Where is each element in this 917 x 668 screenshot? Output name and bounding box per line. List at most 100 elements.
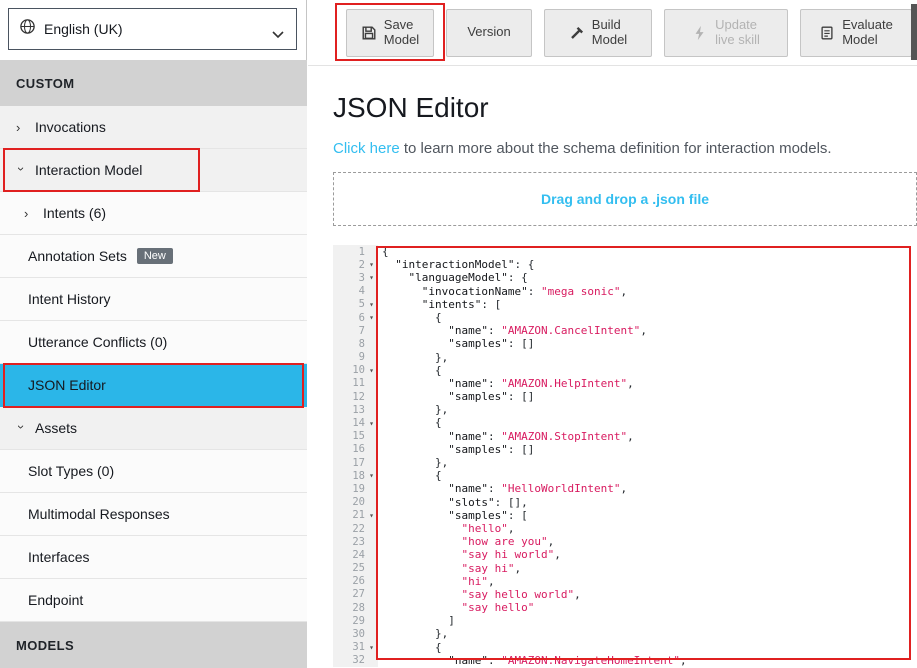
line-number: 20 — [352, 496, 365, 508]
line-number: 23 — [352, 536, 365, 548]
button-label: Evaluate Model — [842, 18, 893, 47]
gutter-line: 23 — [333, 535, 378, 548]
line-number: 17 — [352, 457, 365, 469]
code-line: }, — [378, 627, 917, 640]
code-line: { — [378, 469, 917, 482]
click-here-link[interactable]: Click here — [333, 140, 400, 157]
line-number: 12 — [352, 391, 365, 403]
gutter-line: 7 — [333, 324, 378, 337]
gutter-line: 30 — [333, 627, 378, 640]
line-number: 28 — [352, 602, 365, 614]
gutter-line: 26 — [333, 575, 378, 588]
chevron-right-icon: › — [24, 206, 33, 221]
chevron-right-icon: › — [16, 120, 25, 135]
save-model-button[interactable]: Save Model — [346, 9, 434, 57]
fold-icon[interactable]: ▾ — [365, 260, 378, 269]
sidebar-item-multimodal-responses[interactable]: Multimodal Responses — [0, 493, 307, 536]
button-label: Version — [467, 25, 510, 40]
gutter-line: 19 — [333, 482, 378, 495]
gutter-line: 21▾ — [333, 509, 378, 522]
fold-icon[interactable]: ▾ — [365, 313, 378, 322]
sidebar-item-label: Interaction Model — [35, 162, 142, 178]
code-line: }, — [378, 403, 917, 416]
line-number: 8 — [359, 338, 365, 350]
evaluate-icon — [819, 25, 835, 41]
code-line: "how are you", — [378, 535, 917, 548]
gutter-line: 20 — [333, 496, 378, 509]
sidebar-item-json-editor[interactable]: JSON Editor — [0, 364, 307, 407]
json-code-editor[interactable]: 12▾3▾45▾6▾78910▾11121314▾15161718▾192021… — [333, 245, 917, 667]
sidebar-item-invocations[interactable]: › Invocations — [0, 106, 307, 149]
version-button[interactable]: Version — [446, 9, 532, 57]
main-panel: Save Model Version Build Model Update live … — [308, 0, 917, 667]
line-number: 15 — [352, 430, 365, 442]
sidebar-item-endpoint[interactable]: Endpoint — [0, 579, 307, 622]
sidebar-item-label: Endpoint — [28, 592, 83, 608]
code-line: "samples": [] — [378, 337, 917, 350]
gutter-line: 6▾ — [333, 311, 378, 324]
button-label: Update live skill — [715, 18, 760, 47]
gutter-line: 32 — [333, 654, 378, 667]
button-label: Build Model — [592, 18, 627, 47]
sidebar-item-intents-6[interactable]: › Intents (6) — [0, 192, 307, 235]
sidebar-item-interaction-model[interactable]: ›Interaction Model — [0, 149, 307, 192]
editor-code[interactable]: { "interactionModel": { "languageModel":… — [378, 245, 917, 667]
sidebar-item-utterance-conflicts-0[interactable]: Utterance Conflicts (0) — [0, 321, 307, 364]
evaluate-model-button[interactable]: Evaluate Model — [800, 9, 912, 57]
code-line: { — [378, 364, 917, 377]
toolbar: Save Model Version Build Model Update live … — [308, 0, 917, 66]
gutter-line: 29 — [333, 614, 378, 627]
schema-help-text: Click here to learn more about the schem… — [333, 140, 832, 157]
gutter-line: 16 — [333, 443, 378, 456]
code-line: "name": "AMAZON.NavigateHomeIntent", — [378, 654, 917, 667]
gutter-line: 1 — [333, 245, 378, 258]
sidebar-item-label: Utterance Conflicts (0) — [28, 334, 167, 350]
code-line: "slots": [], — [378, 496, 917, 509]
sidebar-item-annotation-sets[interactable]: Annotation SetsNew — [0, 235, 307, 278]
fold-icon[interactable]: ▾ — [365, 643, 378, 652]
build-model-button[interactable]: Build Model — [544, 9, 652, 57]
line-number: 21 — [352, 509, 365, 521]
fold-icon[interactable]: ▾ — [365, 273, 378, 282]
sidebar-item-label: Invocations — [35, 119, 106, 135]
language-selector[interactable]: English (UK) — [8, 8, 297, 50]
gutter-line: 11 — [333, 377, 378, 390]
fold-icon[interactable]: ▾ — [365, 419, 378, 428]
sidebar-section-models: MODELS — [0, 622, 307, 668]
sidebar-item-label: Assets — [35, 420, 77, 436]
fold-icon[interactable]: ▾ — [365, 366, 378, 375]
gutter-line: 17 — [333, 456, 378, 469]
editor-gutter: 12▾3▾45▾6▾78910▾11121314▾15161718▾192021… — [333, 245, 378, 667]
line-number: 32 — [352, 654, 365, 666]
gutter-line: 10▾ — [333, 364, 378, 377]
gutter-line: 13 — [333, 403, 378, 416]
gutter-line: 14▾ — [333, 416, 378, 429]
code-line: { — [378, 311, 917, 324]
json-dropzone[interactable]: Drag and drop a .json file — [333, 172, 917, 226]
button-label: Save Model — [384, 18, 419, 47]
gutter-line: 2▾ — [333, 258, 378, 271]
code-line: "intents": [ — [378, 298, 917, 311]
code-line: ] — [378, 614, 917, 627]
sidebar-item-label: Intent History — [28, 291, 110, 307]
code-line: "say hello" — [378, 601, 917, 614]
line-number: 4 — [359, 285, 365, 297]
sidebar-item-intent-history[interactable]: Intent History — [0, 278, 307, 321]
sidebar-item-assets[interactable]: ›Assets — [0, 407, 307, 450]
fold-icon[interactable]: ▾ — [365, 471, 378, 480]
update-live-skill-button[interactable]: Update live skill — [664, 9, 788, 57]
code-line: { — [378, 416, 917, 429]
fold-icon[interactable]: ▾ — [365, 300, 378, 309]
line-number: 1 — [359, 246, 365, 258]
sidebar-item-label: Slot Types (0) — [28, 463, 114, 479]
sidebar-item-interfaces[interactable]: Interfaces — [0, 536, 307, 579]
fold-icon[interactable]: ▾ — [365, 511, 378, 520]
line-number: 18 — [352, 470, 365, 482]
line-number: 7 — [359, 325, 365, 337]
line-number: 11 — [352, 377, 365, 389]
sidebar-item-label: Intents (6) — [43, 205, 106, 221]
sidebar-section-custom: CUSTOM — [0, 60, 307, 106]
line-number: 24 — [352, 549, 365, 561]
sidebar-item-slot-types-0[interactable]: Slot Types (0) — [0, 450, 307, 493]
sidebar: English (UK) CUSTOM›Invocations›Interact… — [0, 0, 307, 667]
